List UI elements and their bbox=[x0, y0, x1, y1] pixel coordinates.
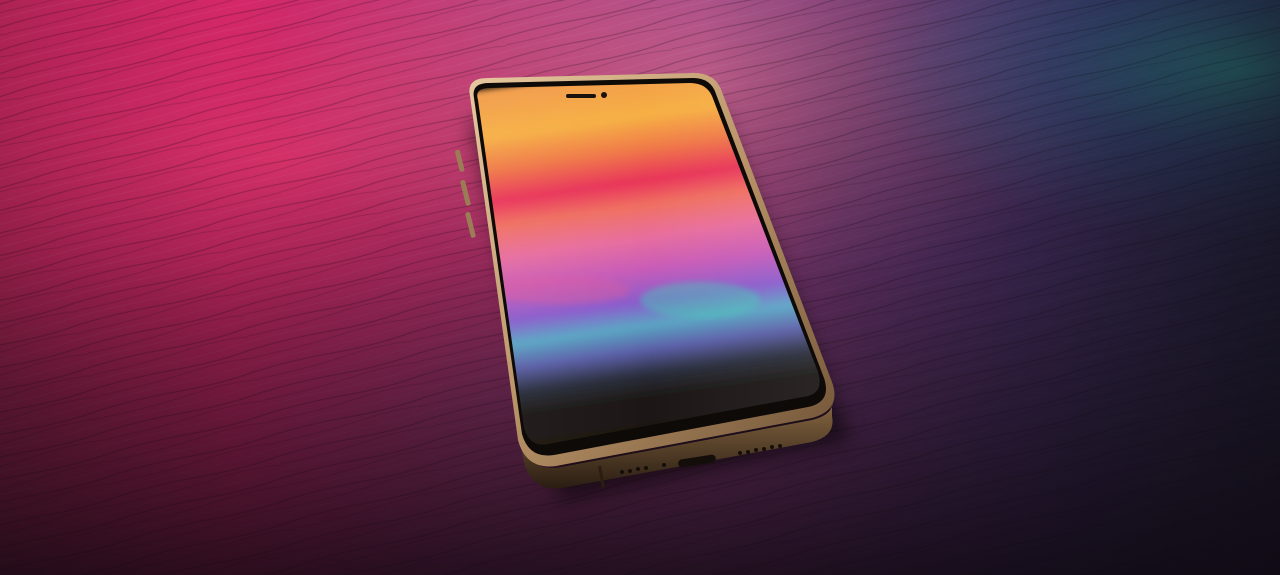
photo-scene bbox=[0, 0, 1280, 575]
front-camera-icon bbox=[601, 92, 607, 98]
earpiece-speaker bbox=[566, 94, 596, 98]
phone-photo bbox=[0, 0, 1280, 575]
